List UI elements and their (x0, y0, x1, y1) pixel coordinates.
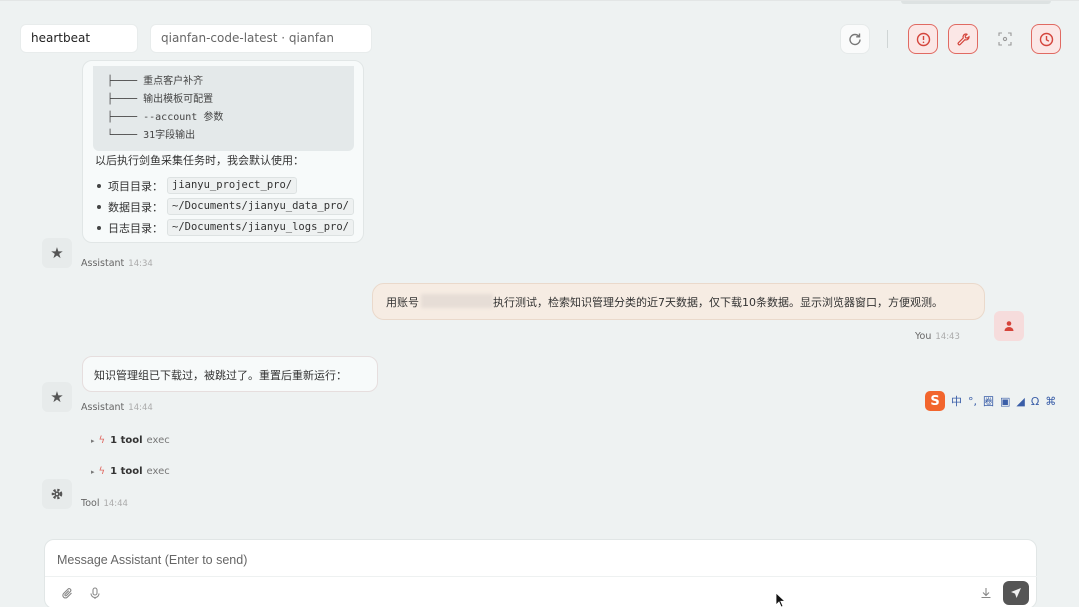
message-text: 用账号 (386, 296, 419, 309)
author-label: Tool (81, 498, 100, 509)
tool-call-row[interactable]: ▸ ϟ 1 tool exec (91, 466, 170, 477)
user-message-bubble: 用账号 执行测试，检索知识管理分类的近7天数据，仅下载10条数据。显示浏览器窗口… (372, 283, 985, 320)
expand-caret-icon: ▸ (91, 437, 95, 445)
code-line: ├──── --account 参数 (107, 112, 224, 123)
lightning-icon: ϟ (98, 466, 106, 477)
author-label: You (915, 331, 932, 342)
assistant-message-bubble: 知识管理组已下载过，被跳过了。重置后重新运行： (82, 356, 378, 392)
gear-icon (51, 488, 63, 500)
top-strip (901, 1, 1051, 4)
timestamp: 14:34 (128, 259, 153, 269)
model-select[interactable]: qianfan-code-latest · qianfan (150, 24, 372, 53)
top-bar: heartbeat qianfan-code-latest · qianfan (0, 0, 1079, 66)
wrench-icon (957, 32, 970, 45)
stop-icon (916, 32, 930, 46)
ime-menu-button[interactable]: ⌘ (1045, 395, 1056, 408)
code-line: ├──── 重点客户补齐 (107, 76, 204, 87)
list-item-label: 日志目录： (108, 222, 163, 235)
list-item-label: 数据目录： (108, 201, 163, 214)
ime-emoji-button[interactable]: 圈 (983, 393, 994, 409)
clock-icon (1039, 32, 1053, 46)
toolbar-divider (887, 30, 888, 48)
inline-code: ~/Documents/jianyu_data_pro/ (167, 198, 355, 215)
message-meta: You 14:43 (915, 331, 960, 342)
refresh-icon (849, 33, 861, 46)
message-input[interactable] (57, 550, 957, 570)
ime-keyboard-button[interactable]: ▣ (1000, 395, 1010, 408)
send-icon (1011, 588, 1021, 598)
message-text: 以后执行剑鱼采集任务时，我会默认使用： (95, 154, 304, 167)
ime-punctuation-toggle[interactable]: °, (968, 395, 977, 408)
ime-toolbar: S 中 °, 圈 ▣ ◢ Ω ⌘ (925, 389, 1079, 413)
tool-call-row[interactable]: ▸ ϟ 1 tool exec (91, 435, 170, 446)
message-text: 知识管理组已下载过，被跳过了。重置后重新运行： (94, 369, 347, 382)
user-avatar (994, 311, 1024, 341)
composer-divider (45, 576, 1038, 577)
assistant-avatar: ★ (42, 382, 72, 412)
session-select[interactable]: heartbeat (20, 24, 138, 53)
message-meta: Tool 14:44 (81, 498, 128, 509)
tool-call-label: 1 tool (110, 466, 143, 477)
message-composer (44, 539, 1038, 607)
attach-button[interactable] (58, 584, 76, 602)
list-bullet (97, 226, 101, 230)
timestamp: 14:44 (128, 403, 153, 413)
author-label: Assistant (81, 402, 125, 413)
tool-call-label: 1 tool (110, 435, 143, 446)
message-meta: Assistant 14:44 (81, 402, 153, 413)
tools-button[interactable] (948, 24, 978, 54)
tool-avatar (42, 479, 72, 509)
expand-caret-icon: ▸ (91, 468, 95, 476)
assistant-avatar: ★ (42, 238, 72, 268)
ime-logo[interactable]: S (925, 391, 945, 411)
ime-symbol-button[interactable]: Ω (1031, 395, 1039, 408)
voice-button[interactable] (86, 584, 104, 602)
download-icon (981, 588, 991, 599)
timestamp: 14:43 (935, 332, 960, 342)
refresh-button[interactable] (840, 24, 870, 54)
ime-skin-button[interactable]: ◢ (1016, 395, 1024, 408)
author-label: Assistant (81, 258, 125, 269)
microphone-icon (90, 586, 100, 599)
ime-chinese-toggle[interactable]: 中 (951, 393, 962, 409)
list-bullet (97, 184, 101, 188)
timestamp: 14:44 (103, 499, 128, 509)
lightning-icon: ϟ (98, 435, 106, 446)
focus-icon (998, 32, 1012, 46)
history-button[interactable] (1031, 24, 1061, 54)
list-item-label: 项目目录： (108, 180, 163, 193)
download-button[interactable] (977, 584, 995, 602)
inline-code: ~/Documents/jianyu_logs_pro/ (167, 219, 355, 236)
list-bullet (97, 205, 101, 209)
star-icon: ★ (50, 388, 64, 406)
tool-call-kind: exec (146, 466, 170, 477)
code-line: ├──── 输出模板可配置 (107, 94, 214, 105)
inline-code: jianyu_project_pro/ (167, 177, 298, 194)
stop-button[interactable] (908, 24, 938, 54)
send-button[interactable] (1003, 581, 1029, 605)
focus-button[interactable] (990, 24, 1020, 54)
mouse-cursor-icon (775, 592, 787, 607)
user-icon (1004, 321, 1014, 331)
message-text: 执行测试，检索知识管理分类的近7天数据，仅下载10条数据。显示浏览器窗口，方便观… (493, 296, 943, 309)
code-block: ├──── 重点客户补齐 ├──── 输出模板可配置 ├──── --accou… (93, 66, 354, 151)
paperclip-icon (61, 587, 72, 598)
code-line: └──── 31字段输出 (107, 130, 196, 141)
message-meta: Assistant 14:34 (81, 258, 153, 269)
tool-call-kind: exec (146, 435, 170, 446)
star-icon: ★ (50, 244, 64, 262)
redacted-account (421, 294, 493, 308)
